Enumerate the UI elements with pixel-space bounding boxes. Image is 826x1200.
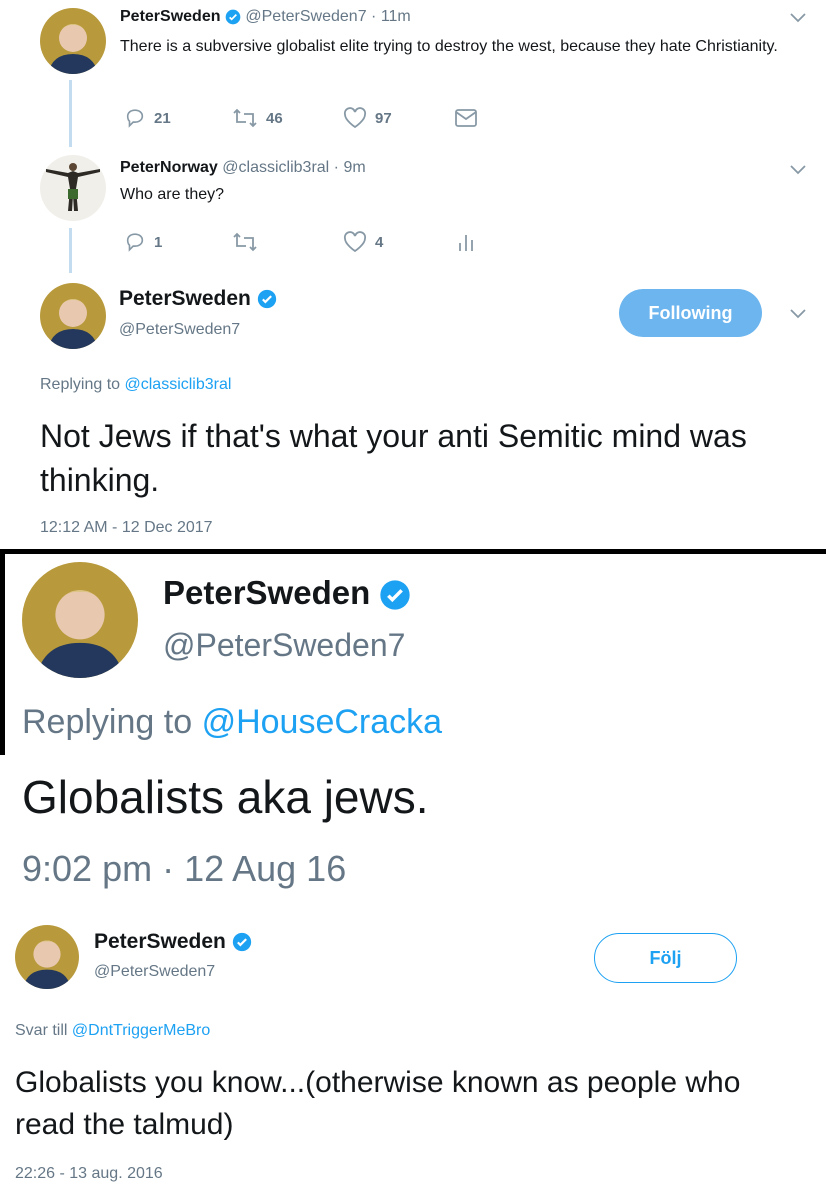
avatar[interactable] xyxy=(40,8,106,74)
tweet-text: Globalists you know...(otherwise known a… xyxy=(15,1066,741,1141)
analytics-icon xyxy=(459,235,473,251)
tweet-text: There is a subversive globalist elite tr… xyxy=(120,38,778,55)
tweet-header: PeterSweden xyxy=(163,574,411,612)
replying-to-link[interactable]: @classiclib3ral xyxy=(125,376,232,393)
verified-badge-icon xyxy=(232,933,251,952)
replying-to-label: Replying to xyxy=(40,376,121,393)
avatar[interactable] xyxy=(15,925,79,989)
reply-icon xyxy=(126,233,144,252)
divider xyxy=(0,549,5,755)
user-handle[interactable]: @PeterSweden7 xyxy=(119,321,240,339)
tweet-timestamp[interactable]: 22:26 - 13 aug. 2016 xyxy=(15,1165,163,1183)
tweet-time[interactable]: · 11m xyxy=(371,8,411,25)
replying-to-label: Replying to xyxy=(22,703,193,741)
verified-badge-icon xyxy=(380,580,411,610)
like-count: 4 xyxy=(375,233,384,251)
replying-to-link[interactable]: @HouseCracka xyxy=(202,703,443,741)
display-name[interactable]: PeterSweden xyxy=(119,287,251,310)
tweet-text: Not Jews if that's what your anti Semiti… xyxy=(40,418,747,498)
analytics-action[interactable] xyxy=(457,232,475,252)
heart-icon xyxy=(343,107,367,129)
verified-badge-icon xyxy=(257,290,276,309)
envelope-icon xyxy=(455,109,477,127)
user-handle[interactable]: @PeterSweden7 xyxy=(245,8,366,25)
tweet-header: PeterSweden xyxy=(94,930,252,954)
reply-action[interactable]: 21 xyxy=(124,107,171,129)
tweet-text: Globalists aka jews. xyxy=(22,771,429,823)
retweet-action[interactable]: 46 xyxy=(232,107,283,129)
avatar[interactable] xyxy=(22,562,138,678)
user-handle[interactable]: @PeterSweden7 xyxy=(94,963,215,981)
reply-action[interactable]: 1 xyxy=(124,231,162,253)
display-name[interactable]: PeterNorway xyxy=(120,159,218,176)
like-action[interactable]: 97 xyxy=(343,107,392,129)
user-handle[interactable]: @classiclib3ral xyxy=(222,159,329,176)
replying-to: Replying to @HouseCracka xyxy=(22,703,442,742)
divider xyxy=(0,549,826,554)
like-action[interactable]: 4 xyxy=(343,231,383,253)
avatar[interactable] xyxy=(40,155,106,221)
dm-action[interactable] xyxy=(455,109,477,127)
thread-line xyxy=(69,80,72,147)
display-name[interactable]: PeterSweden xyxy=(163,574,370,611)
chevron-down-icon[interactable] xyxy=(790,165,806,175)
thread-line xyxy=(69,228,72,273)
replying-to: Svar till @DntTriggerMeBro xyxy=(15,1022,210,1040)
tweet-time[interactable]: · 9m xyxy=(334,159,366,176)
tweet-header: PeterSweden @PeterSweden7 · 11m xyxy=(120,8,411,26)
replying-to-link[interactable]: @DntTriggerMeBro xyxy=(72,1022,210,1039)
reply-count: 21 xyxy=(154,109,171,127)
display-name[interactable]: PeterSweden xyxy=(94,930,226,953)
reply-icon xyxy=(126,109,144,128)
display-name[interactable]: PeterSweden xyxy=(120,8,220,25)
retweet-icon xyxy=(233,108,257,128)
tweet-timestamp[interactable]: 12:12 AM - 12 Dec 2017 xyxy=(40,519,213,537)
replying-to-label: Svar till xyxy=(15,1022,68,1039)
retweet-count: 46 xyxy=(266,109,283,127)
heart-icon xyxy=(343,231,367,253)
replying-to: Replying to @classiclib3ral xyxy=(40,376,231,394)
user-handle[interactable]: @PeterSweden7 xyxy=(163,627,405,664)
tweet-header: PeterNorway @classiclib3ral · 9m xyxy=(120,159,366,177)
chevron-down-icon[interactable] xyxy=(790,309,806,319)
chevron-down-icon[interactable] xyxy=(790,13,806,23)
follow-button[interactable]: Följ xyxy=(594,933,737,983)
verified-badge-icon xyxy=(225,9,241,25)
following-button[interactable]: Following xyxy=(619,289,762,337)
avatar[interactable] xyxy=(40,283,106,349)
tweet-text: Who are they? xyxy=(120,186,225,203)
retweet-icon xyxy=(233,232,257,252)
reply-count: 1 xyxy=(154,233,163,251)
like-count: 97 xyxy=(375,109,392,127)
tweet-timestamp[interactable]: 9:02 pm · 12 Aug 16 xyxy=(22,848,346,890)
tweet-header: PeterSweden xyxy=(119,287,277,311)
retweet-action[interactable] xyxy=(232,231,258,253)
